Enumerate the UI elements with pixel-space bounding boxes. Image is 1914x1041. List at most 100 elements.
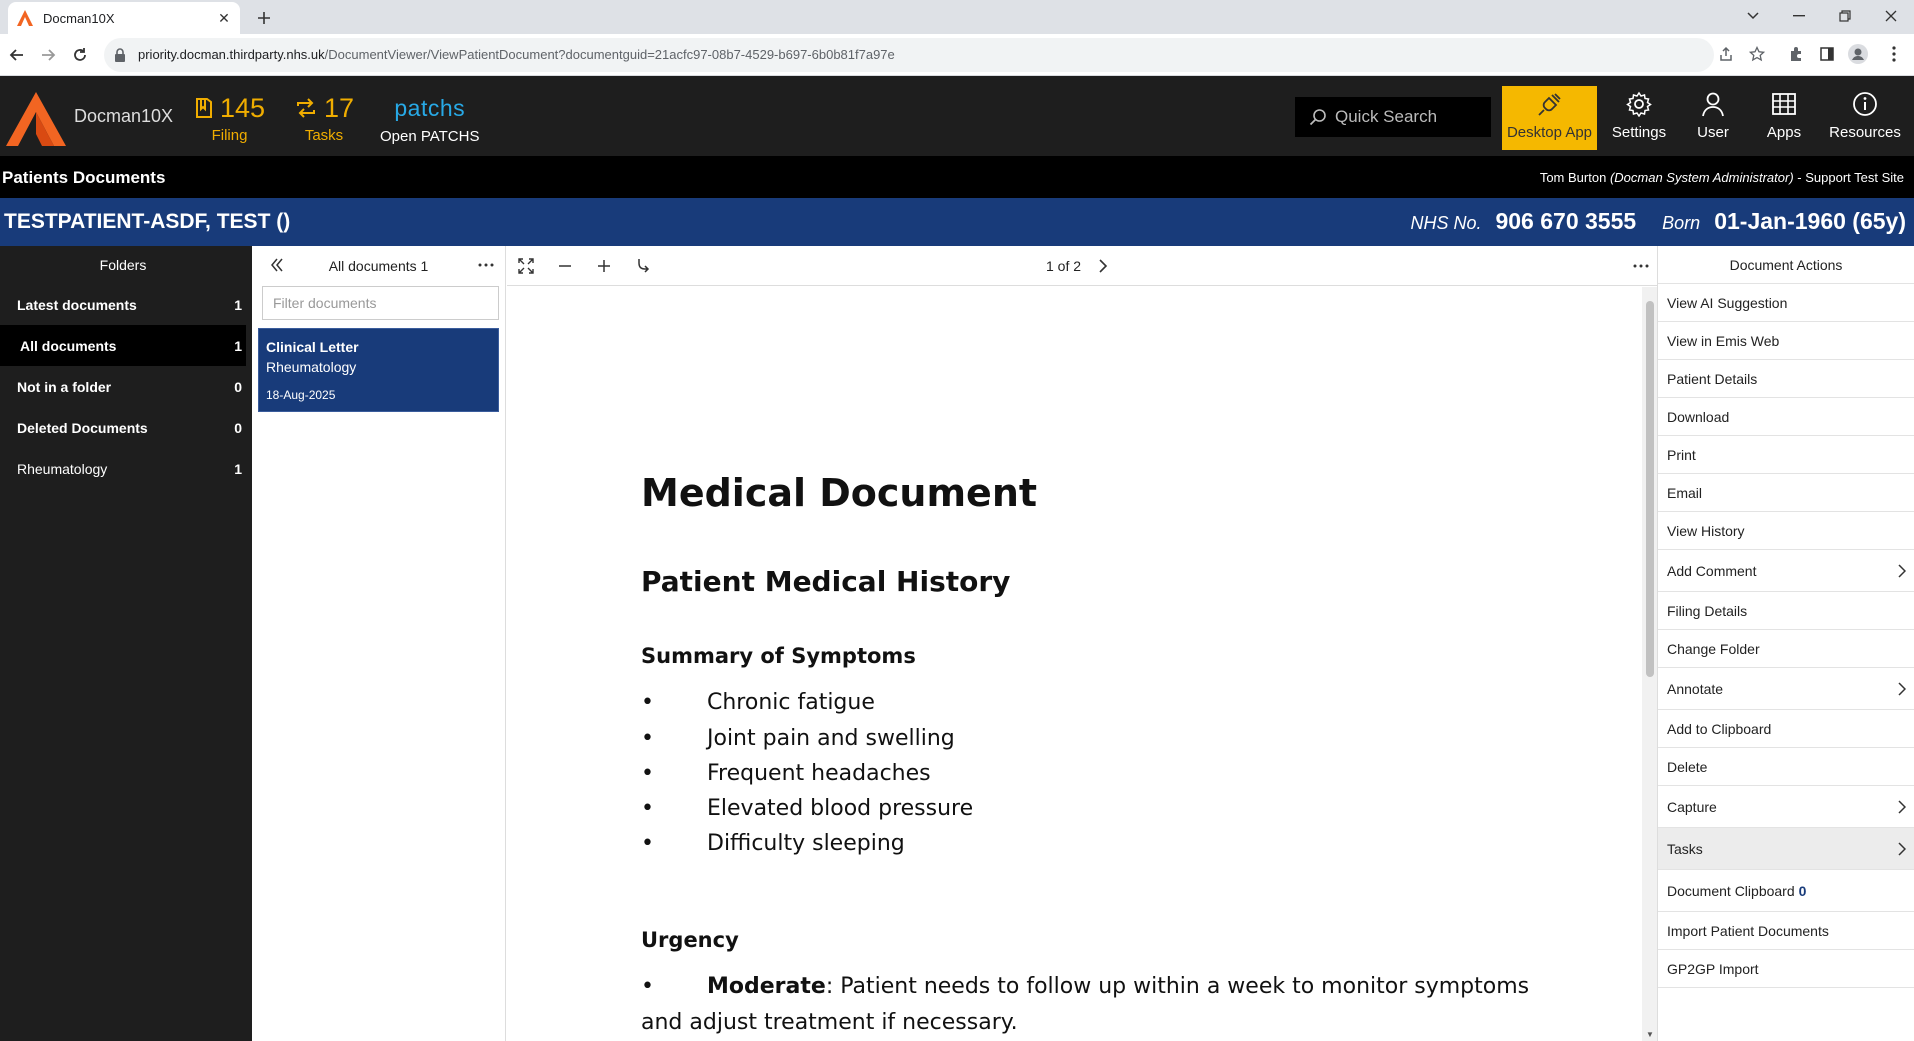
document-list-title: All documents 1 [328, 258, 429, 274]
action-view-history[interactable]: View History [1658, 512, 1914, 550]
action-label: Filing Details [1667, 602, 1748, 619]
user-name: Tom Burton [1539, 170, 1607, 185]
action-patient-details[interactable]: Patient Details [1658, 360, 1914, 398]
action-capture[interactable]: Capture [1658, 786, 1914, 828]
folder-rheumatology[interactable]: Rheumatology 1 [0, 448, 246, 489]
lock-icon[interactable] [114, 48, 126, 62]
symptom-text: Elevated blood pressure [707, 796, 974, 821]
document-list-panel: All documents 1 Clinical Letter Rheumato… [246, 246, 506, 1041]
share-icon[interactable] [1714, 42, 1738, 66]
folders-panel: Folders Latest documents 1 All documents… [0, 246, 246, 1041]
profile-avatar-icon[interactable] [1846, 42, 1870, 66]
chevron-right-icon [1898, 841, 1906, 856]
action-label: Document Clipboard [1667, 882, 1795, 899]
next-page-icon[interactable] [1092, 255, 1114, 277]
action-view-in-emis-web[interactable]: View in Emis Web [1658, 322, 1914, 360]
folder-count: 1 [234, 460, 242, 477]
docman-logo-icon[interactable] [4, 90, 68, 146]
rotate-icon[interactable] [632, 255, 654, 277]
zoom-out-icon[interactable] [554, 255, 576, 277]
settings-button[interactable]: Settings [1605, 86, 1673, 150]
browser-menu-icon[interactable] [1882, 42, 1906, 66]
symptom-text: Difficulty sleeping [707, 831, 905, 856]
patient-identifiers: NHS No. 906 670 3555 Born 01-Jan-1960 (6… [1410, 208, 1906, 235]
action-label: Download [1667, 408, 1730, 425]
folder-label: All documents [20, 337, 117, 354]
address-bar[interactable]: priority.docman.thirdparty.nhs.uk/Docume… [104, 38, 1714, 72]
scroll-down-icon[interactable]: ▼ [1646, 1030, 1654, 1039]
restore-icon[interactable] [1823, 2, 1867, 30]
action-delete[interactable]: Delete [1658, 748, 1914, 786]
action-label: Add to Clipboard [1667, 720, 1772, 737]
folder-not-in-a-folder[interactable]: Not in a folder 0 [0, 366, 246, 407]
tasks-counter[interactable]: 17 Tasks [294, 93, 354, 144]
url-path: /DocumentViewer/ViewPatientDocument?docu… [324, 47, 895, 62]
action-download[interactable]: Download [1658, 398, 1914, 436]
filter-documents-input[interactable] [263, 295, 498, 311]
action-document-clipboard[interactable]: Document Clipboard 0 [1658, 870, 1914, 912]
folder-latest-documents[interactable]: Latest documents 1 [0, 284, 246, 325]
document-folder: Rheumatology [266, 359, 357, 375]
quick-search-input[interactable] [1335, 107, 1485, 127]
folder-count: 0 [234, 419, 242, 436]
open-patchs-button[interactable]: patchs Open PATCHS [380, 95, 479, 145]
folders-title: Folders [99, 257, 147, 273]
extensions-icon[interactable] [1784, 42, 1808, 66]
action-email[interactable]: Email [1658, 474, 1914, 512]
document-title: Medical Document [641, 471, 1038, 515]
scrollbar-thumb[interactable] [1646, 301, 1654, 677]
document-page: Medical Document Patient Medical History… [507, 287, 1642, 1041]
quick-search[interactable] [1295, 97, 1491, 137]
chevron-right-icon [1898, 799, 1906, 814]
action-label: Add Comment [1667, 562, 1757, 579]
user-button[interactable]: User [1685, 86, 1741, 150]
action-view-ai-suggestion[interactable]: View AI Suggestion [1658, 284, 1914, 322]
more-options-icon[interactable] [477, 256, 495, 274]
apps-button[interactable]: Apps [1756, 86, 1812, 150]
reload-icon[interactable] [68, 43, 92, 67]
document-actions-panel: Document Actions View AI Suggestion View… [1657, 246, 1914, 1041]
action-import-patient-documents[interactable]: Import Patient Documents [1658, 912, 1914, 950]
folder-all-documents[interactable]: All documents 1 [0, 325, 246, 366]
filter-documents[interactable] [262, 286, 499, 320]
action-add-to-clipboard[interactable]: Add to Clipboard [1658, 710, 1914, 748]
viewer-more-icon[interactable] [1630, 255, 1652, 277]
document-card[interactable]: Clinical Letter Rheumatology 18-Aug-2025 [258, 328, 499, 412]
forward-icon[interactable] [36, 43, 60, 67]
action-change-folder[interactable]: Change Folder [1658, 630, 1914, 668]
action-label: Email [1667, 484, 1703, 501]
action-tasks[interactable]: Tasks [1658, 828, 1914, 870]
close-window-icon[interactable] [1869, 2, 1913, 30]
action-label: View History [1667, 522, 1745, 539]
fit-screen-icon[interactable] [515, 255, 537, 277]
docman-favicon-icon [16, 9, 34, 27]
browser-tab[interactable]: Docman10X ✕ [8, 2, 240, 34]
bookmark-star-icon[interactable] [1745, 42, 1769, 66]
bullet-point: • [641, 831, 654, 856]
side-panel-icon[interactable] [1815, 42, 1839, 66]
tab-search-icon[interactable] [1731, 2, 1775, 30]
symptom-text: Frequent headaches [707, 761, 931, 786]
viewer-scrollbar[interactable]: ▼ [1642, 287, 1657, 1041]
desktop-app-button[interactable]: Desktop App [1502, 86, 1597, 150]
filing-count: 145 [220, 93, 266, 123]
folder-label: Rheumatology [17, 460, 108, 477]
user-role: (Docman System Administrator) [1609, 170, 1794, 185]
resources-button[interactable]: Resources [1824, 86, 1906, 150]
apps-grid-icon [1772, 90, 1796, 118]
action-print[interactable]: Print [1658, 436, 1914, 474]
folder-deleted-documents[interactable]: Deleted Documents 0 [0, 407, 246, 448]
action-gp2gp-import[interactable]: GP2GP Import [1658, 950, 1914, 988]
patchs-label: Open PATCHS [380, 128, 480, 145]
close-tab-icon[interactable]: ✕ [212, 6, 236, 30]
new-tab-icon[interactable] [252, 6, 276, 30]
action-add-comment[interactable]: Add Comment [1658, 550, 1914, 592]
action-filing-details[interactable]: Filing Details [1658, 592, 1914, 630]
symptom-text: Chronic fatigue [707, 690, 875, 715]
filing-counter[interactable]: 145 Filing [194, 93, 265, 144]
minimize-icon[interactable] [1777, 2, 1821, 30]
clipboard-count: 0 [1798, 882, 1807, 899]
zoom-in-icon[interactable] [593, 255, 615, 277]
back-icon[interactable] [5, 43, 29, 67]
action-annotate[interactable]: Annotate [1658, 668, 1914, 710]
